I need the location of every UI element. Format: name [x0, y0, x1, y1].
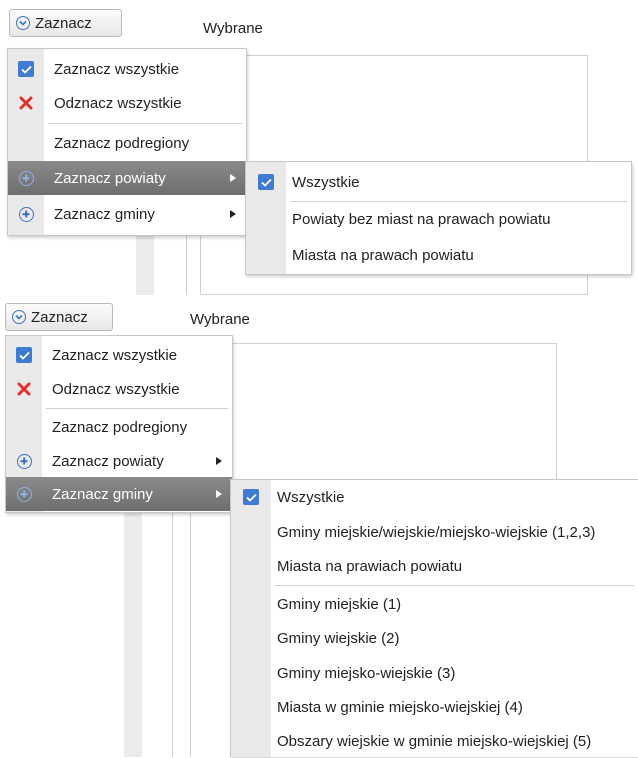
check-icon	[257, 173, 275, 191]
submenu-item-cities-with-county-rights[interactable]: Miasta na prawach powiatu	[246, 238, 631, 272]
select-dropdown-button[interactable]: Zaznacz	[5, 303, 113, 331]
select-dropdown-button[interactable]: Zaznacz	[9, 9, 122, 37]
check-icon	[15, 346, 33, 364]
plus-circle-icon	[17, 205, 35, 223]
submenu-item-label: Miasta w gminie miejsko-wiejskiej (4)	[277, 698, 523, 716]
submenu-item-label: Miasta na prawiach powiatu	[277, 557, 463, 575]
check-icon	[242, 488, 260, 506]
submenu-item-label: Gminy wiejskie (2)	[277, 629, 400, 647]
municipalities-submenu: Wszystkie Gminy miejskie/wiejskie/miejsk…	[230, 479, 638, 757]
submenu-item-cities-with-county-rights[interactable]: Miasta na prawiach powiatu	[231, 549, 638, 583]
submenu-item-label: Miasta na prawach powiatu	[292, 246, 474, 264]
submenu-item-municipalities-1-2-3[interactable]: Gminy miejskie/wiejskie/miejsko-wiejskie…	[231, 515, 638, 549]
counties-submenu: Wszystkie Powiaty bez miast na prawach p…	[245, 161, 632, 275]
submenu-item-label: Gminy miejskie/wiejskie/miejsko-wiejskie…	[277, 523, 596, 541]
list-divider	[190, 513, 191, 757]
menu-item-label: Odznacz wszystkie	[54, 94, 182, 112]
menu-item-deselect-all[interactable]: Odznacz wszystkie	[8, 86, 246, 120]
selection-panel-2: Zaznacz Wybrane Zaznacz wszystkie Odznac…	[0, 295, 638, 757]
selected-list-box[interactable]	[190, 343, 557, 483]
menu-item-label: Zaznacz gminy	[54, 205, 155, 223]
chevron-down-icon	[12, 310, 26, 324]
check-icon	[17, 60, 35, 78]
submenu-item-label: Gminy miejskie (1)	[277, 595, 402, 613]
menu-separator	[48, 123, 242, 124]
select-button-label: Zaznacz	[31, 308, 88, 326]
menu-item-select-municipalities[interactable]: Zaznacz gminy	[8, 197, 246, 231]
submenu-arrow-icon	[230, 174, 236, 182]
select-menu: Zaznacz wszystkie Odznacz wszystkie Zazn…	[5, 335, 233, 513]
plus-circle-icon	[15, 452, 33, 470]
submenu-item-label: Powiaty bez miast na prawach powiatu	[292, 210, 551, 228]
menu-item-label: Zaznacz wszystkie	[52, 346, 178, 364]
list-scroll-strip	[136, 230, 154, 295]
submenu-item-rural-municipalities[interactable]: Gminy wiejskie (2)	[231, 621, 638, 655]
menu-item-label: Zaznacz podregiony	[54, 134, 190, 152]
cross-icon	[15, 380, 33, 398]
menu-item-deselect-all[interactable]: Odznacz wszystkie	[6, 372, 232, 406]
select-menu: Zaznacz wszystkie Odznacz wszystkie Zazn…	[7, 48, 247, 236]
submenu-item-label: Wszystkie	[292, 173, 360, 191]
menu-item-label: Zaznacz gminy	[52, 485, 153, 503]
menu-item-label: Zaznacz powiaty	[52, 452, 164, 470]
submenu-item-all[interactable]: Wszystkie	[231, 480, 638, 514]
submenu-item-urban-municipalities[interactable]: Gminy miejskie (1)	[231, 587, 638, 621]
list-divider	[172, 513, 173, 757]
submenu-item-towns-in-urban-rural[interactable]: Miasta w gminie miejsko-wiejskiej (4)	[231, 690, 638, 724]
chevron-down-icon	[16, 16, 30, 30]
submenu-item-counties-without-cities[interactable]: Powiaty bez miast na prawach powiatu	[246, 202, 631, 236]
plus-circle-icon	[17, 169, 35, 187]
submenu-item-rural-areas-in-urban-rural[interactable]: Obszary wiejskie w gminie miejsko-wiejsk…	[231, 724, 638, 758]
submenu-arrow-icon	[216, 457, 222, 465]
submenu-arrow-icon	[230, 210, 236, 218]
menu-item-label: Zaznacz wszystkie	[54, 60, 180, 78]
menu-item-select-municipalities[interactable]: Zaznacz gminy	[6, 477, 232, 511]
menu-item-label: Zaznacz podregiony	[52, 418, 188, 436]
submenu-arrow-icon	[216, 490, 222, 498]
selection-panel-1: Zaznacz Wybrane Zaznacz wszystkie Odznac…	[0, 0, 638, 300]
menu-item-label: Odznacz wszystkie	[52, 380, 180, 398]
submenu-item-label: Obszary wiejskie w gminie miejsko-wiejsk…	[277, 732, 592, 750]
selected-header: Wybrane	[190, 311, 250, 328]
menu-item-label: Zaznacz powiaty	[54, 169, 166, 187]
menu-item-select-all[interactable]: Zaznacz wszystkie	[6, 338, 232, 372]
menu-item-select-subregions[interactable]: Zaznacz podregiony	[8, 126, 246, 160]
submenu-item-label: Gminy miejsko-wiejskie (3)	[277, 664, 456, 682]
menu-item-select-counties[interactable]: Zaznacz powiaty	[6, 444, 232, 478]
select-button-label: Zaznacz	[35, 14, 92, 32]
cross-icon	[17, 94, 35, 112]
selected-header: Wybrane	[203, 20, 263, 37]
menu-item-select-counties[interactable]: Zaznacz powiaty	[8, 161, 246, 195]
list-divider	[186, 230, 187, 295]
plus-circle-icon	[15, 485, 33, 503]
submenu-item-all[interactable]: Wszystkie	[246, 165, 631, 199]
menu-item-select-subregions[interactable]: Zaznacz podregiony	[6, 410, 232, 444]
menu-item-select-all[interactable]: Zaznacz wszystkie	[8, 52, 246, 86]
menu-separator	[46, 408, 228, 409]
list-scroll-strip	[124, 513, 142, 757]
submenu-item-urban-rural-municipalities[interactable]: Gminy miejsko-wiejskie (3)	[231, 656, 638, 690]
submenu-item-label: Wszystkie	[277, 488, 345, 506]
menu-separator	[275, 585, 634, 586]
